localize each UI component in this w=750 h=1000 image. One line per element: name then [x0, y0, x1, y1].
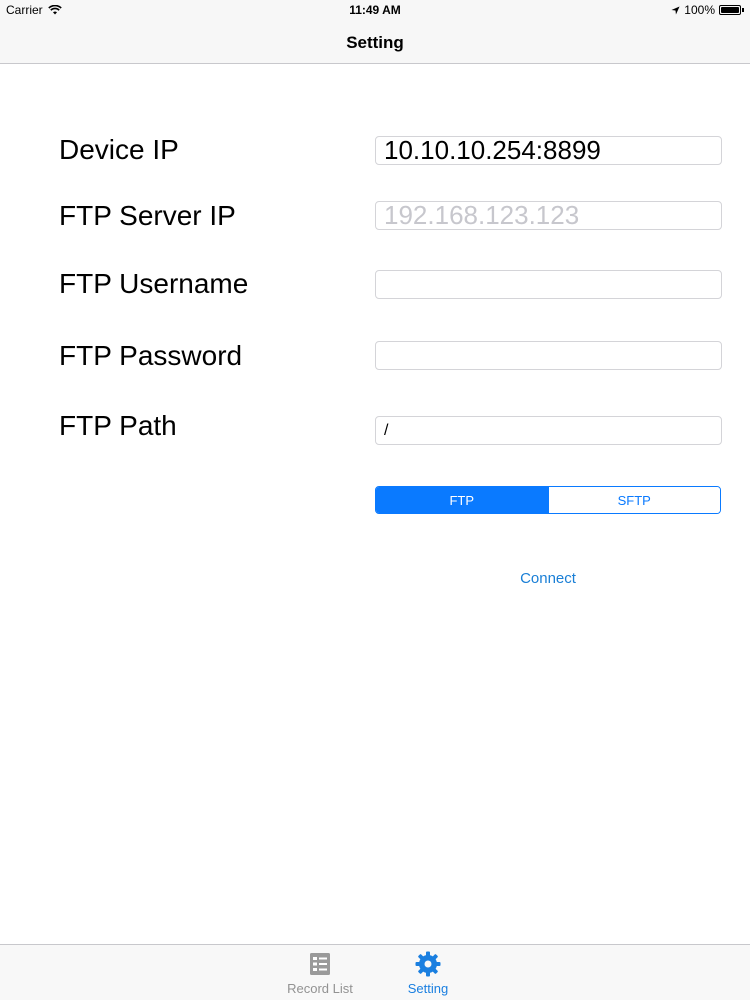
protocol-segmented-control: FTP SFTP: [375, 486, 721, 514]
status-right: 100%: [671, 3, 744, 17]
ftp-username-label: FTP Username: [59, 268, 249, 299]
ftp-server-ip-label: FTP Server IP: [59, 200, 236, 231]
tab-bar: Record List Setting: [0, 944, 750, 1000]
connect-button[interactable]: Connect: [375, 570, 721, 587]
list-icon: [310, 953, 330, 975]
protocol-option-sftp[interactable]: SFTP: [547, 487, 720, 513]
navigation-bar: Setting: [0, 20, 750, 64]
status-time: 11:49 AM: [349, 3, 401, 17]
tab-record-list-label: Record List: [287, 981, 353, 996]
protocol-option-ftp[interactable]: FTP: [376, 487, 548, 513]
ftp-password-field[interactable]: [375, 341, 722, 370]
ftp-username-field[interactable]: [375, 270, 722, 299]
tab-setting-label: Setting: [407, 981, 449, 996]
battery-icon: [719, 5, 741, 15]
device-ip-field[interactable]: [375, 136, 722, 165]
ftp-path-field[interactable]: [375, 416, 722, 445]
tab-setting[interactable]: Setting: [383, 951, 473, 996]
tab-record-list[interactable]: Record List: [275, 951, 365, 996]
gear-icon: [415, 951, 441, 977]
battery-nub: [742, 8, 744, 12]
battery-fill: [721, 7, 739, 13]
status-bar: Carrier 11:49 AM 100%: [0, 0, 750, 20]
page-title: Setting: [346, 33, 404, 52]
battery-percent: 100%: [684, 3, 715, 17]
ftp-server-ip-field[interactable]: [375, 201, 722, 230]
screen: Carrier 11:49 AM 100% Setting Device IP …: [0, 0, 750, 1000]
ftp-path-label: FTP Path: [59, 410, 177, 441]
device-ip-label: Device IP: [59, 134, 179, 165]
location-arrow-icon: [671, 5, 680, 15]
ftp-password-label: FTP Password: [59, 340, 243, 371]
